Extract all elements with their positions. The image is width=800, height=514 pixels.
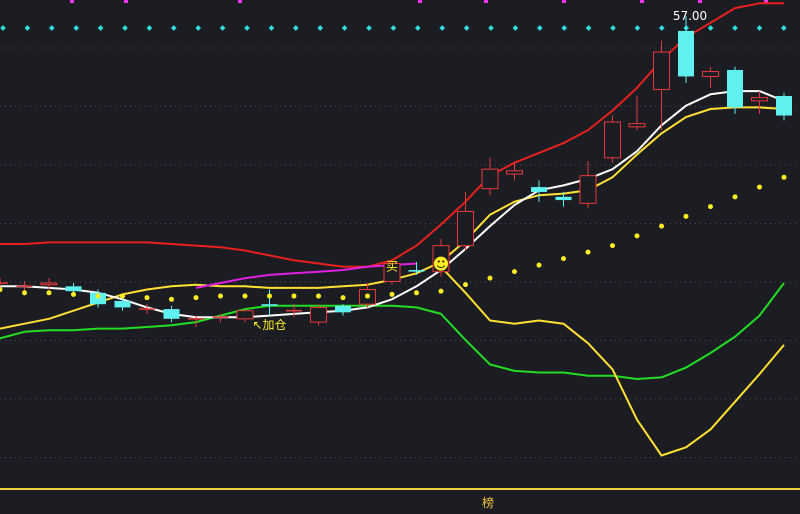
sar-dot [218, 293, 223, 299]
candle-body [261, 304, 278, 306]
candle [604, 115, 621, 163]
magenta-dot [484, 0, 488, 3]
candle-body [40, 282, 58, 286]
candle-body [457, 210, 474, 247]
sar-dot [610, 243, 615, 249]
sar-dot [46, 290, 52, 296]
sar-dot [634, 233, 640, 239]
sar-dot [291, 293, 297, 299]
candle-body [335, 305, 351, 313]
candle-body [555, 196, 572, 201]
sar-dot [316, 293, 321, 299]
sar-dot [781, 174, 787, 180]
candle-body [481, 168, 499, 190]
chart-annotation: 买 [386, 259, 398, 273]
magenta-dot [698, 0, 702, 3]
candle-body [604, 121, 621, 159]
magenta-dot [70, 0, 74, 3]
sar-dot [561, 256, 566, 262]
sar-dot [708, 204, 713, 210]
sar-dot [242, 293, 248, 299]
sar-dot [585, 249, 591, 255]
candle [310, 304, 327, 326]
candle-body [776, 95, 792, 116]
chart-annotation: ↖加仓 [252, 318, 286, 332]
sar-dot [512, 269, 517, 275]
sar-dot [267, 293, 272, 299]
footer-label[interactable]: 榜 [482, 494, 494, 511]
candle-body [653, 51, 670, 90]
chart-annotation: 57.00 [673, 9, 707, 23]
sar-dot [463, 282, 468, 288]
sar-dot [438, 288, 444, 294]
sar-dot [659, 223, 664, 229]
sar-dot [193, 295, 199, 301]
sar-dot [389, 291, 395, 297]
candle-body [579, 175, 597, 204]
chart-annotation: ☻ [433, 255, 450, 274]
candle-body [236, 310, 254, 320]
candle-body [531, 187, 547, 192]
candle-body [163, 309, 180, 319]
candle [727, 66, 743, 114]
sar-dot [487, 275, 493, 281]
candle-body [751, 97, 768, 102]
magenta-dot [418, 0, 422, 3]
sar-dot [536, 262, 542, 268]
sar-dot [169, 296, 174, 302]
sar-dot [120, 293, 125, 299]
candle-body [702, 71, 719, 77]
magenta-dot [124, 0, 128, 3]
magenta-dot [238, 0, 242, 3]
sar-dot [365, 293, 370, 299]
candle-body [506, 170, 523, 175]
candle-body [114, 300, 131, 308]
candle-body [628, 123, 646, 128]
magenta-dot [640, 0, 644, 3]
sar-dot [22, 290, 27, 296]
sar-dot [340, 295, 346, 301]
candle-body [678, 30, 694, 77]
candle-body [310, 306, 327, 323]
sar-dot [732, 194, 738, 200]
sar-dot [414, 290, 419, 296]
sar-dot [757, 184, 762, 190]
sar-dot [144, 295, 150, 301]
candle-body [727, 69, 743, 108]
candle-body [65, 286, 82, 292]
sar-dot [95, 293, 101, 299]
price-chart: 57.00 ↖加仓 买 ☻ [0, 0, 800, 488]
sar-dot [71, 291, 76, 297]
candle-body [408, 270, 425, 272]
sar-dot [683, 213, 689, 219]
magenta-dot [562, 0, 566, 3]
footer-bar: 榜 [0, 488, 800, 514]
